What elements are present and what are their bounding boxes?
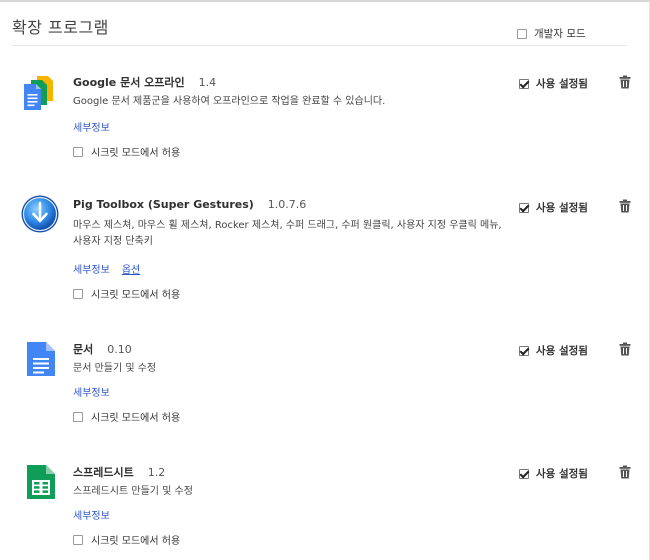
incognito-toggle[interactable]: 시크릿 모드에서 허용 — [73, 409, 180, 424]
incognito-label: 시크릿 모드에서 허용 — [91, 536, 181, 547]
extension-description: 문서 만들기 및 수정 — [73, 363, 157, 374]
extension-version: 1.2 — [147, 466, 166, 479]
enabled-label: 사용 설정됨 — [536, 345, 588, 357]
extension-description: 마우스 제스쳐, 마우스 휠 제스쳐, Rocker 제스쳐, 수퍼 드래그, … — [73, 220, 502, 247]
trash-icon[interactable] — [619, 342, 631, 356]
extension-name: Pig Toolbox (Super Gestures) — [73, 198, 254, 211]
header-divider — [12, 45, 627, 46]
incognito-label: 시크릿 모드에서 허용 — [91, 290, 181, 301]
enabled-toggle[interactable]: 사용 설정됨 — [519, 466, 588, 481]
details-link[interactable]: 세부정보 — [73, 388, 110, 399]
enabled-toggle[interactable]: 사용 설정됨 — [519, 76, 588, 91]
trash-icon[interactable] — [619, 75, 631, 89]
details-link[interactable]: 세부정보 — [73, 123, 110, 134]
enabled-checkbox[interactable] — [519, 202, 529, 213]
enabled-label: 사용 설정됨 — [536, 78, 588, 90]
details-link[interactable]: 세부정보 — [73, 265, 110, 276]
incognito-checkbox[interactable] — [73, 411, 83, 422]
extension-links: 세부정보 — [73, 507, 110, 522]
enabled-checkbox[interactable] — [519, 78, 529, 89]
extension-version: 0.10 — [107, 343, 132, 356]
enabled-checkbox[interactable] — [519, 345, 529, 356]
extension-links: 세부정보 — [73, 384, 110, 399]
incognito-toggle[interactable]: 시크릿 모드에서 허용 — [73, 144, 180, 159]
extension-name: 문서 — [73, 343, 94, 356]
enabled-toggle[interactable]: 사용 설정됨 — [519, 343, 588, 358]
incognito-toggle[interactable]: 시크릿 모드에서 허용 — [73, 532, 180, 547]
pig-toolbox-icon — [21, 195, 59, 233]
google-docs-offline-icon — [24, 76, 53, 110]
extension-links: 세부정보 — [73, 119, 110, 134]
extension-links: 세부정보 옵션 — [73, 261, 140, 276]
extension-version: 1.4 — [198, 76, 217, 89]
enabled-checkbox[interactable] — [519, 468, 529, 479]
extension-title: Pig Toolbox (Super Gestures) 1.0.7.6 — [73, 198, 306, 211]
extension-title: 스프레드시트 1.2 — [73, 464, 165, 480]
extension-version: 1.0.7.6 — [267, 198, 307, 211]
enabled-toggle[interactable]: 사용 설정됨 — [519, 200, 588, 215]
page-title: 확장 프로그램 — [12, 18, 109, 37]
extension-description: 스프레드시트 만들기 및 수정 — [73, 486, 193, 497]
options-link[interactable]: 옵션 — [122, 265, 140, 276]
incognito-checkbox[interactable] — [73, 288, 83, 299]
docs-icon — [27, 342, 55, 376]
extension-title: Google 문서 오프라인 1.4 — [73, 74, 216, 90]
details-link[interactable]: 세부정보 — [73, 511, 110, 522]
incognito-label: 시크릿 모드에서 허용 — [91, 148, 181, 159]
sheets-icon — [27, 465, 55, 499]
incognito-toggle[interactable]: 시크릿 모드에서 허용 — [73, 286, 180, 301]
extension-name: Google 문서 오프라인 — [73, 76, 185, 89]
extension-title: 문서 0.10 — [73, 341, 132, 357]
developer-mode-checkbox[interactable] — [517, 28, 527, 39]
extension-name: 스프레드시트 — [73, 466, 134, 479]
incognito-checkbox[interactable] — [73, 146, 83, 157]
trash-icon[interactable] — [619, 199, 631, 213]
enabled-label: 사용 설정됨 — [536, 468, 588, 480]
top-border — [0, 0, 650, 2]
enabled-label: 사용 설정됨 — [536, 202, 588, 214]
trash-icon[interactable] — [619, 465, 631, 479]
incognito-checkbox[interactable] — [73, 534, 83, 545]
developer-mode-label: 개발자 모드 — [534, 28, 586, 40]
extension-description: Google 문서 제품군을 사용하여 오프라인으로 작업을 완료할 수 있습니… — [73, 96, 386, 107]
developer-mode-toggle[interactable]: 개발자 모드 — [517, 26, 586, 41]
incognito-label: 시크릿 모드에서 허용 — [91, 413, 181, 424]
